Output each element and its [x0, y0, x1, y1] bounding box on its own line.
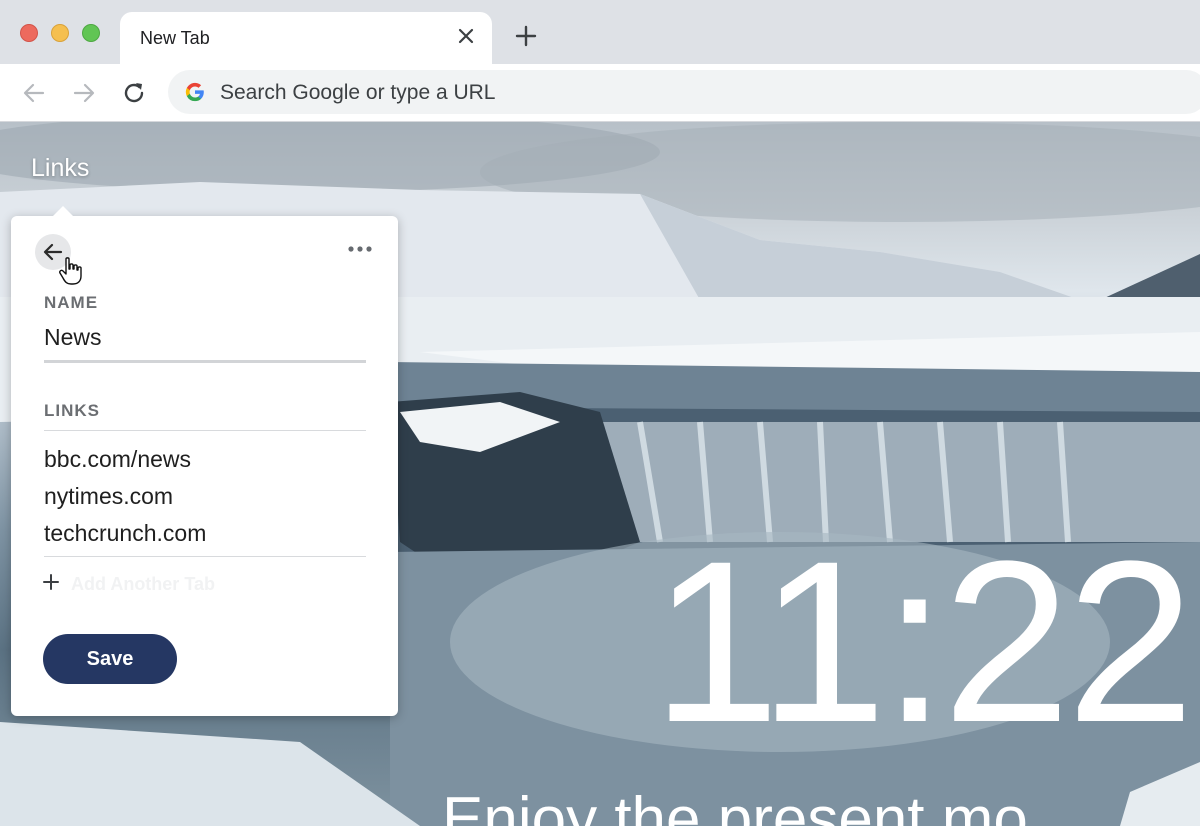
link-item[interactable]: techcrunch.com [44, 520, 206, 547]
name-input-underline [44, 360, 366, 363]
browser-toolbar: Search Google or type a URL [0, 64, 1200, 122]
add-another-tab-button[interactable]: Add Another Tab [41, 572, 341, 600]
divider [44, 430, 366, 431]
links-label: LINKS [44, 401, 100, 420]
panel-caret [53, 206, 73, 216]
google-g-icon [185, 82, 204, 102]
name-input[interactable]: News [44, 324, 102, 351]
link-item[interactable]: bbc.com/news [44, 446, 191, 473]
divider [44, 556, 366, 557]
link-item[interactable]: nytimes.com [44, 483, 173, 510]
tab-title: New Tab [140, 28, 210, 48]
back-arrow-icon[interactable] [20, 79, 48, 107]
close-window-button[interactable] [20, 24, 38, 42]
plus-icon [43, 574, 59, 590]
title-bar: New Tab [0, 0, 1200, 66]
name-label: NAME [44, 293, 99, 312]
add-another-tab-label: Add Another Tab [71, 574, 215, 594]
new-tab-page: Links NAME News LINKS bbc.com/news nytim… [0, 122, 1200, 826]
save-button[interactable]: Save [43, 634, 177, 684]
close-icon[interactable] [456, 26, 476, 46]
quote-text: Enjoy the present mo [442, 785, 1028, 826]
reload-icon[interactable] [120, 79, 148, 107]
clock: 11:22 [652, 513, 1194, 770]
forward-arrow-icon[interactable] [70, 79, 98, 107]
links-heading[interactable]: Links [31, 154, 89, 183]
plus-icon[interactable] [514, 24, 538, 48]
minimize-window-button[interactable] [51, 24, 69, 42]
hand-cursor-icon [59, 257, 82, 285]
omnibox-placeholder: Search Google or type a URL [220, 81, 496, 104]
maximize-window-button[interactable] [82, 24, 100, 42]
tab-new-tab[interactable]: New Tab [120, 12, 492, 66]
links-panel: NAME News LINKS bbc.com/news nytimes.com… [11, 206, 398, 716]
omnibox[interactable]: Search Google or type a URL [168, 70, 1200, 114]
more-horizontal-icon[interactable] [347, 242, 373, 256]
